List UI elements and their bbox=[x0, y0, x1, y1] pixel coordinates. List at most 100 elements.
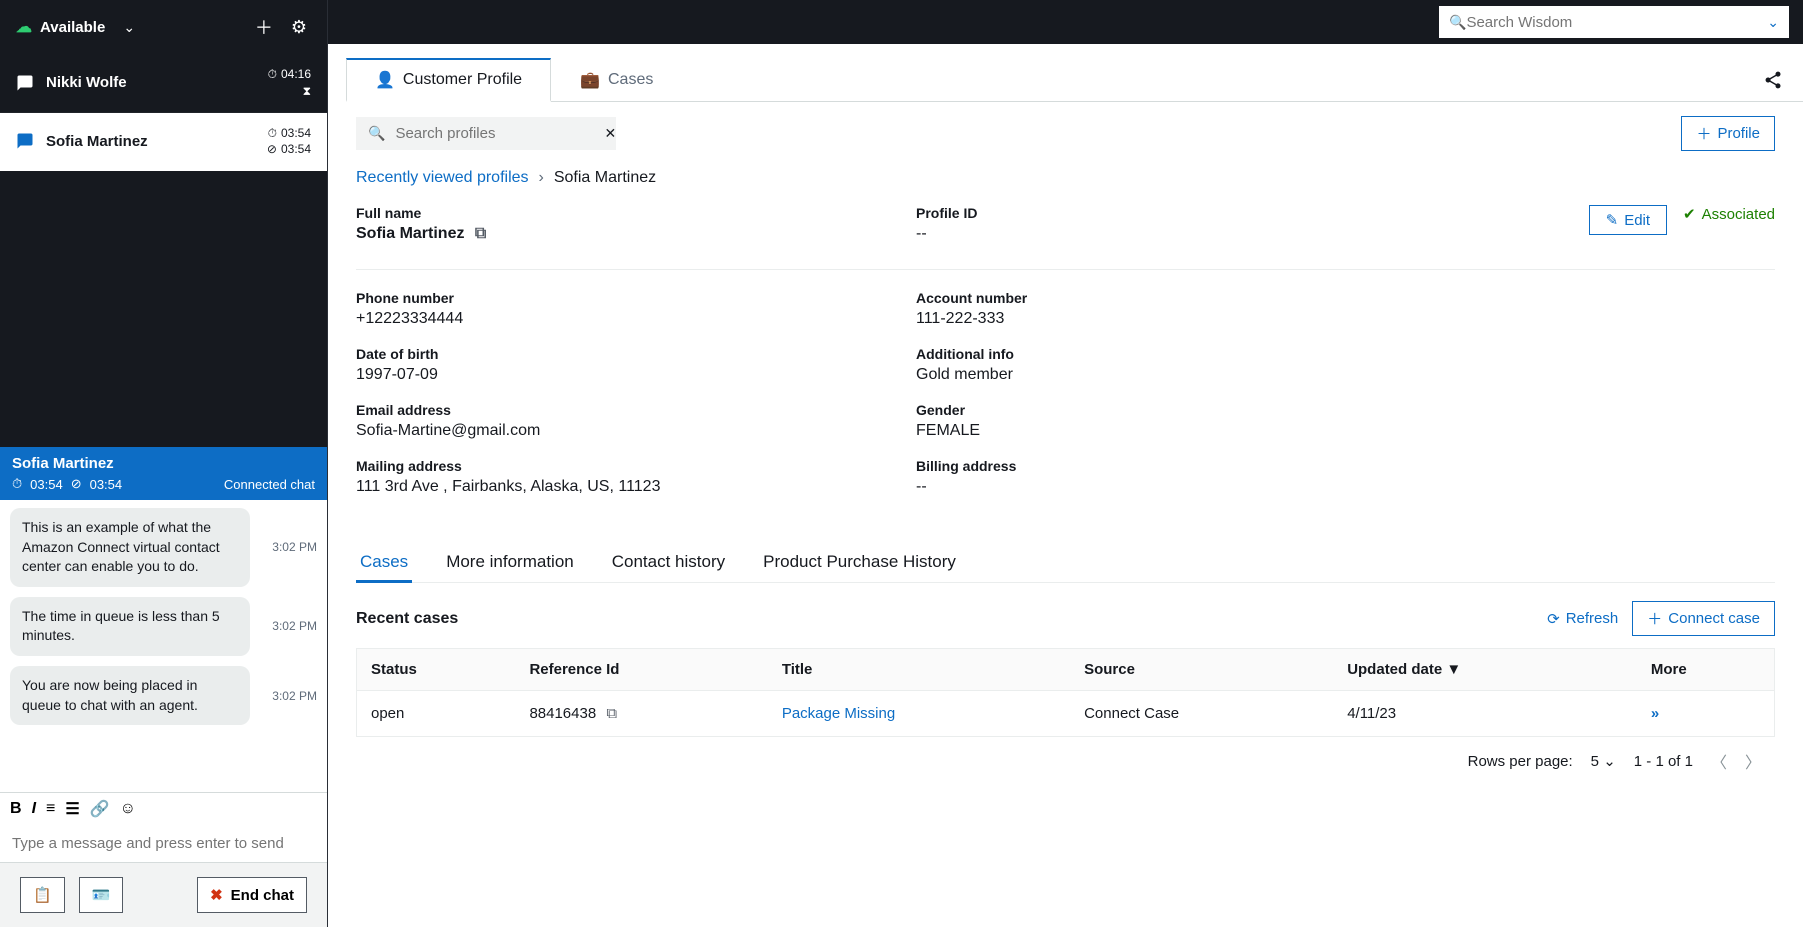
chat-message: You are now being placed in queue to cha… bbox=[10, 666, 317, 725]
profile-subtabs: Cases More information Contact history P… bbox=[356, 544, 1775, 583]
profile-details: Phone number +12223334444 Date of birth … bbox=[356, 290, 1775, 514]
search-icon: 🔍 bbox=[368, 125, 385, 142]
cases-header: Recent cases ⟳ Refresh ＋ Connect case bbox=[356, 601, 1775, 636]
ordered-list-button[interactable]: ≡ bbox=[46, 799, 55, 819]
pencil-icon: ✎ bbox=[1606, 211, 1619, 229]
billing-value: -- bbox=[916, 478, 1416, 496]
clipboard-button[interactable]: 📋 bbox=[20, 877, 65, 913]
subtab-purchase-history[interactable]: Product Purchase History bbox=[759, 544, 960, 582]
copy-icon[interactable]: ⧉ bbox=[475, 225, 486, 242]
emoji-button[interactable]: ☺ bbox=[120, 799, 136, 819]
clock-icon: ⏱ bbox=[12, 476, 22, 492]
clear-icon[interactable]: ✕ bbox=[604, 125, 616, 142]
briefcase-icon: 💼 bbox=[580, 70, 600, 90]
case-title-link[interactable]: Package Missing bbox=[782, 705, 895, 722]
cell-more[interactable]: » bbox=[1637, 691, 1775, 737]
end-chat-button[interactable]: ✖ End chat bbox=[197, 877, 307, 913]
rows-per-page-select[interactable]: 5 ⌄ bbox=[1591, 752, 1616, 770]
plus-icon: ＋ bbox=[1647, 608, 1662, 629]
chat-header: Sofia Martinez ⏱03:54 ⊘03:54 Connected c… bbox=[0, 447, 327, 500]
message-time: 3:02 PM bbox=[272, 540, 317, 554]
sort-desc-icon: ▼ bbox=[1446, 661, 1461, 678]
col-title[interactable]: Title bbox=[768, 649, 1070, 691]
add-profile-button[interactable]: ＋ Profile bbox=[1681, 116, 1775, 151]
close-icon: ✖ bbox=[210, 886, 223, 904]
main-tabs: 👤 Customer Profile 💼 Cases bbox=[346, 58, 1803, 102]
chat-actions: 📋 🪪 ✖ End chat bbox=[0, 862, 327, 927]
message-bubble: This is an example of what the Amazon Co… bbox=[10, 508, 250, 587]
chevron-down-icon[interactable]: ⌄ bbox=[123, 19, 135, 36]
contact-times: ⏱04:16 ⧗ bbox=[268, 66, 311, 100]
addl-value: Gold member bbox=[916, 366, 1416, 384]
tab-cases[interactable]: 💼 Cases bbox=[551, 59, 682, 101]
bold-button[interactable]: B bbox=[10, 799, 22, 819]
edit-button[interactable]: ✎ Edit bbox=[1589, 205, 1667, 235]
profile-search-input[interactable] bbox=[395, 125, 594, 142]
col-status[interactable]: Status bbox=[357, 649, 516, 691]
cell-title: Package Missing bbox=[768, 691, 1070, 737]
link-button[interactable]: 🔗 bbox=[90, 799, 110, 819]
mailing-label: Mailing address bbox=[356, 458, 856, 474]
refresh-button[interactable]: ⟳ Refresh bbox=[1547, 610, 1618, 628]
settings-button[interactable]: ⚙ bbox=[287, 13, 311, 42]
dob-label: Date of birth bbox=[356, 346, 856, 362]
clock-icon: ⏱ bbox=[268, 125, 277, 142]
chevron-down-icon[interactable]: ⌄ bbox=[1767, 14, 1779, 31]
search-wisdom-box[interactable]: 🔍 ⌄ bbox=[1439, 6, 1789, 38]
chat-icon bbox=[16, 74, 34, 92]
recent-cases-title: Recent cases bbox=[356, 610, 458, 628]
rows-per-page-label: Rows per page: bbox=[1468, 753, 1573, 770]
col-source[interactable]: Source bbox=[1070, 649, 1333, 691]
pagination: Rows per page: 5 ⌄ 1 - 1 of 1 〈 〉 bbox=[356, 737, 1775, 785]
profile-search-row: 🔍 ✕ ＋ Profile bbox=[356, 116, 1775, 151]
col-reference-id[interactable]: Reference Id bbox=[515, 649, 767, 691]
status-dropdown[interactable]: ☁ Available bbox=[16, 17, 105, 37]
contact-item[interactable]: Sofia Martinez ⏱03:54 ⊘03:54 bbox=[0, 113, 327, 172]
profile-id-label: Profile ID bbox=[916, 205, 1416, 221]
account-label: Account number bbox=[916, 290, 1416, 306]
tab-customer-profile[interactable]: 👤 Customer Profile bbox=[346, 58, 551, 102]
topbar: 🔍 ⌄ bbox=[328, 0, 1803, 44]
contact-name: Sofia Martinez bbox=[46, 133, 255, 150]
col-updated[interactable]: Updated date ▼ bbox=[1333, 649, 1637, 691]
content-area: 🔍 ✕ ＋ Profile Recently viewed profiles ›… bbox=[328, 102, 1803, 927]
gender-label: Gender bbox=[916, 402, 1416, 418]
refresh-icon: ⟳ bbox=[1547, 610, 1560, 628]
check-icon: ✔ bbox=[1683, 205, 1696, 223]
contact-item[interactable]: Nikki Wolfe ⏱04:16 ⧗ bbox=[0, 54, 327, 113]
connect-case-button[interactable]: ＋ Connect case bbox=[1632, 601, 1775, 636]
plus-icon: ＋ bbox=[1696, 123, 1711, 144]
prev-page-button[interactable]: 〈 bbox=[1711, 749, 1727, 773]
cell-status: open bbox=[357, 691, 516, 737]
check-clock-icon: ⊘ bbox=[71, 476, 82, 492]
add-contact-button[interactable]: ＋ bbox=[251, 10, 277, 44]
cell-reference-id: 88416438 ⧉ bbox=[515, 691, 767, 737]
status-label: Available bbox=[40, 19, 105, 36]
email-value: Sofia-Martine@gmail.com bbox=[356, 422, 856, 440]
clock-icon: ⏱ bbox=[268, 66, 277, 83]
breadcrumb-root[interactable]: Recently viewed profiles bbox=[356, 169, 529, 187]
full-name-value: Sofia Martinez ⧉ bbox=[356, 225, 856, 243]
chat-transcript[interactable]: This is an example of what the Amazon Co… bbox=[0, 500, 327, 792]
contact-card-button[interactable]: 🪪 bbox=[79, 877, 124, 913]
unordered-list-button[interactable]: ☰ bbox=[65, 799, 79, 819]
col-more[interactable]: More bbox=[1637, 649, 1775, 691]
search-wisdom-input[interactable] bbox=[1466, 14, 1767, 31]
addl-label: Additional info bbox=[916, 346, 1416, 362]
copy-icon[interactable]: ⧉ bbox=[606, 705, 617, 722]
subtab-more-info[interactable]: More information bbox=[442, 544, 578, 582]
profile-header-row: Full name Sofia Martinez ⧉ Profile ID --… bbox=[356, 205, 1775, 261]
associated-badge: ✔ Associated bbox=[1683, 205, 1775, 223]
italic-button[interactable]: I bbox=[32, 799, 36, 819]
chat-message: This is an example of what the Amazon Co… bbox=[10, 508, 317, 587]
agent-status-bar: ☁ Available ⌄ ＋ ⚙ bbox=[0, 0, 327, 54]
table-row[interactable]: open 88416438 ⧉ Package Missing Connect … bbox=[357, 691, 1775, 737]
next-page-button[interactable]: 〉 bbox=[1745, 749, 1761, 773]
chat-input[interactable] bbox=[0, 825, 327, 862]
chevron-right-icon: › bbox=[539, 169, 544, 187]
subtab-contact-history[interactable]: Contact history bbox=[608, 544, 729, 582]
phone-label: Phone number bbox=[356, 290, 856, 306]
subtab-cases[interactable]: Cases bbox=[356, 544, 412, 583]
profile-search-box[interactable]: 🔍 ✕ bbox=[356, 117, 616, 150]
share-icon[interactable] bbox=[1763, 69, 1783, 90]
